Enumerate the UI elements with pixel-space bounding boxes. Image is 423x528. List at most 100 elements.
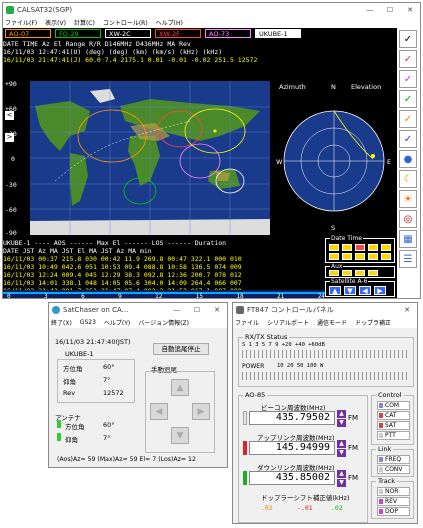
satellite-group: Satellite A-6 ▲ ▼ ◀ ▶ bbox=[325, 281, 395, 297]
map-scroll-left-button[interactable]: < bbox=[5, 111, 14, 120]
time-control-button[interactable] bbox=[368, 253, 378, 260]
freq-up-icon[interactable]: ▲ bbox=[337, 470, 346, 478]
moon-icon[interactable]: ☾ bbox=[399, 170, 417, 188]
rev-track-indicator[interactable]: REV bbox=[377, 497, 410, 506]
checkmark-icon[interactable]: ✓ bbox=[399, 50, 417, 68]
arrow-up-icon[interactable]: ▲ bbox=[171, 379, 189, 396]
menu-help[interactable]: ヘルプ(Y) bbox=[104, 318, 130, 327]
com-indicator[interactable]: COM bbox=[377, 401, 410, 410]
left-arrow-icon[interactable]: ◀ bbox=[359, 286, 371, 295]
freq-up-icon[interactable]: ▲ bbox=[337, 440, 346, 448]
stop-auto-tracking-button[interactable]: 自動追尾停止 bbox=[153, 343, 209, 355]
ptt-indicator[interactable]: PTT bbox=[377, 431, 410, 440]
right-arrow-icon[interactable]: ▶ bbox=[374, 286, 386, 295]
globe-icon[interactable]: ● bbox=[399, 150, 417, 168]
doppler-beacon-value: .02 bbox=[261, 504, 273, 512]
arrow-right-icon[interactable]: ▶ bbox=[192, 403, 210, 420]
aux-button[interactable] bbox=[368, 270, 378, 276]
grid-icon[interactable]: ▦ bbox=[399, 230, 417, 248]
world-map[interactable] bbox=[30, 81, 270, 235]
time-control-button[interactable] bbox=[342, 253, 352, 260]
beacon-frequency-display[interactable]: 435.79502 bbox=[249, 411, 335, 425]
sat-indicator[interactable]: SAT bbox=[377, 421, 410, 430]
target-icon[interactable]: ◎ bbox=[399, 210, 417, 228]
y-tick: -60 bbox=[5, 206, 17, 214]
minimize-button[interactable]: — bbox=[167, 306, 187, 314]
cat-indicator[interactable]: CAT bbox=[377, 411, 410, 420]
freq-link-indicator[interactable]: FREQ bbox=[377, 455, 410, 464]
menu-version[interactable]: バージョン情報(Z) bbox=[138, 318, 189, 327]
freq-up-icon[interactable]: ▲ bbox=[337, 410, 346, 418]
menu-comm-mode[interactable]: 通信モード bbox=[317, 318, 347, 327]
arrow-down-icon[interactable]: ▼ bbox=[171, 427, 189, 444]
time-control-button[interactable] bbox=[329, 244, 339, 251]
nor-track-indicator[interactable]: NOR bbox=[377, 487, 410, 496]
conv-link-indicator[interactable]: CONV bbox=[377, 465, 410, 474]
time-control-button[interactable] bbox=[381, 253, 391, 260]
nor-label: NOR bbox=[385, 488, 398, 495]
down-arrow-icon[interactable]: ▼ bbox=[344, 286, 356, 295]
time-control-button[interactable] bbox=[329, 253, 339, 260]
freq-label: FREQ bbox=[385, 456, 401, 463]
satellite-tab[interactable]: AO-73 bbox=[205, 29, 251, 38]
dop-track-indicator[interactable]: DOP bbox=[377, 507, 410, 516]
menu-serial-port[interactable]: シリアルポート bbox=[267, 318, 309, 327]
menu-exit[interactable]: 終了(X) bbox=[51, 318, 72, 327]
s-meter-bar bbox=[242, 350, 410, 358]
satellite-tabs: AO-07 FO-29 XW-2C XW-2F AO-73 UKUBE-1 bbox=[5, 29, 301, 38]
time-control-button[interactable] bbox=[355, 244, 365, 251]
satellite-tab[interactable]: FO-29 bbox=[55, 29, 101, 38]
menu-help[interactable]: ヘルプ(H) bbox=[156, 18, 183, 27]
checkmark-icon[interactable]: ✓ bbox=[399, 70, 417, 88]
aux-button[interactable] bbox=[342, 270, 352, 276]
up-arrow-icon[interactable]: ▲ bbox=[329, 286, 341, 295]
checkmark-icon[interactable]: ✓ bbox=[399, 90, 417, 108]
pass-row[interactable]: 16/11/03 00:37 215.8 030 00:42 11.9 269.… bbox=[3, 255, 323, 263]
pass-row[interactable]: 16/11/03 14:01 338.1 048 14:05 05.6 304.… bbox=[3, 279, 323, 287]
maximize-button[interactable]: ☐ bbox=[187, 306, 207, 314]
menu-file[interactable]: ファイル(F) bbox=[5, 18, 37, 27]
freq-down-icon[interactable]: ▼ bbox=[337, 449, 346, 457]
menu-file[interactable]: ファイル bbox=[235, 318, 259, 327]
close-button[interactable]: ✕ bbox=[397, 306, 417, 314]
time-control-button[interactable] bbox=[342, 244, 352, 251]
radio-app-icon bbox=[236, 306, 244, 314]
uplink-frequency-display[interactable]: 145.94999 bbox=[249, 441, 335, 455]
maximize-button[interactable]: ☐ bbox=[380, 6, 400, 14]
menu-control[interactable]: コントロール(R) bbox=[103, 18, 148, 27]
menu-gs23[interactable]: GS23 bbox=[80, 319, 96, 326]
checkmark-icon[interactable]: ✓ bbox=[399, 130, 417, 148]
time-control-button[interactable] bbox=[355, 253, 365, 260]
time-control-button[interactable] bbox=[368, 244, 378, 251]
checkmark-icon[interactable]: ✓ bbox=[399, 110, 417, 128]
satellite-tab[interactable]: XW-2F bbox=[155, 29, 201, 38]
satellite-tab[interactable]: AO-07 bbox=[5, 29, 51, 38]
pass-prediction-table: UKUBE-1 ---- AOS ------ Max El ------ LO… bbox=[3, 239, 323, 295]
menu-calc[interactable]: 計算(C) bbox=[74, 18, 95, 27]
aux-button[interactable] bbox=[329, 270, 339, 276]
aux-button[interactable] bbox=[355, 270, 365, 276]
menu-view[interactable]: 表示(V) bbox=[45, 18, 66, 27]
menu-doppler[interactable]: ドップラ補正 bbox=[355, 318, 391, 327]
sun-icon[interactable]: ☀ bbox=[399, 190, 417, 208]
checkmark-icon[interactable]: ✓ bbox=[399, 30, 417, 48]
freq-down-icon[interactable]: ▼ bbox=[337, 479, 346, 487]
close-button[interactable]: ✕ bbox=[400, 6, 420, 14]
sat-group-title: AO-85 bbox=[243, 391, 267, 399]
satellite-tab[interactable]: XW-2C bbox=[105, 29, 151, 38]
minimize-button[interactable]: — bbox=[360, 6, 380, 14]
time-control-button[interactable] bbox=[381, 244, 391, 251]
time-tick: 15 bbox=[196, 293, 203, 299]
s-meter-scale: S 1 3 5 7 9 +20 +40 +60dB bbox=[242, 342, 325, 348]
list-icon[interactable]: ☰ bbox=[399, 250, 417, 268]
map-scroll-right-button[interactable]: > bbox=[5, 133, 14, 142]
freq-down-icon[interactable]: ▼ bbox=[337, 419, 346, 427]
pass-row[interactable]: 16/11/03 10:49 042.6 051 10:53 09.4 088.… bbox=[3, 263, 323, 271]
timeline-axis: 0 3 6 9 12 15 18 21 24 bbox=[7, 293, 325, 299]
downlink-frequency-display[interactable]: 435.85002 bbox=[249, 471, 335, 485]
close-button[interactable]: ✕ bbox=[207, 306, 227, 314]
arrow-left-icon[interactable]: ◀ bbox=[150, 403, 168, 420]
satellite-tab[interactable]: UKUBE-1 bbox=[255, 29, 301, 38]
window-title: CALSAT32(SGP) bbox=[17, 6, 360, 14]
pass-row[interactable]: 16/11/03 12:24 009.4 045 12:29 38.3 092.… bbox=[3, 271, 323, 279]
